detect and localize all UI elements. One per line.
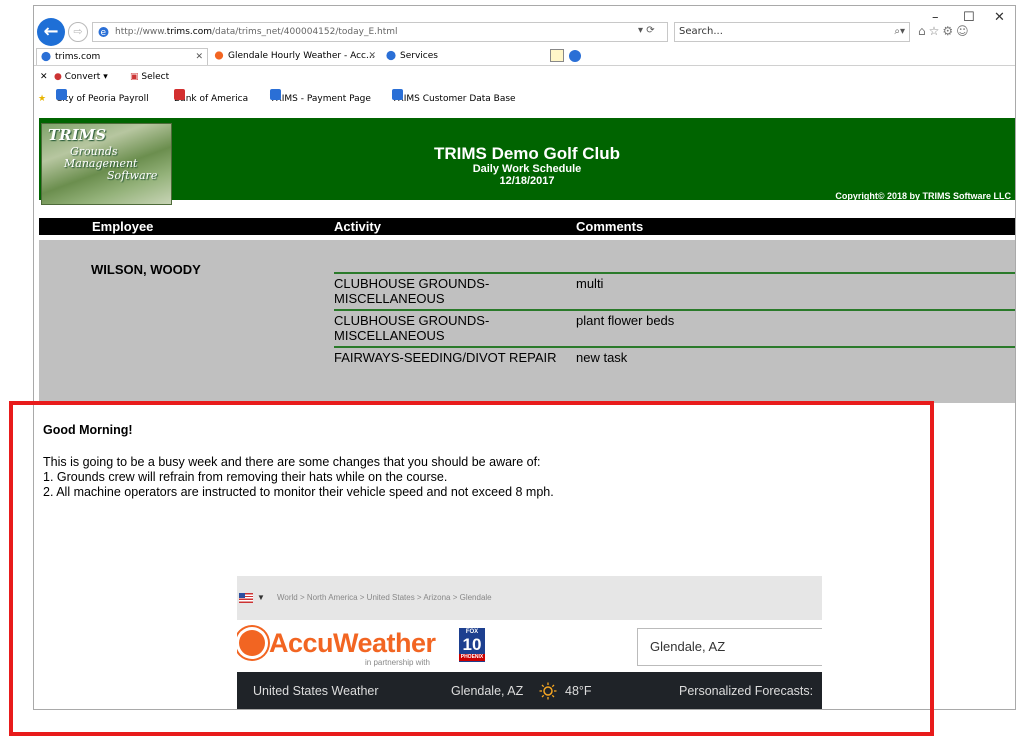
select-button[interactable]: ▣ Select [130, 67, 169, 87]
url-prefix: http://www. [115, 27, 167, 37]
schedule-table: WILSON, WOODY CLUBHOUSE GROUNDS-MISCELLA… [39, 240, 1015, 403]
address-bar-row: ← ⇨ e http://www.trims.com/data/trims_ne… [34, 10, 1015, 46]
fox10-logo[interactable]: FOX 10 PHOENIX [459, 628, 485, 662]
fav-item-peoria[interactable]: City of Peoria Payroll [56, 89, 149, 109]
ie-icon [56, 89, 67, 100]
table-row: FAIRWAYS-SEEDING/DIVOT REPAIR new task [334, 346, 1015, 382]
accuweather-sun-icon [239, 630, 265, 656]
tab-strip: trims.com ✕ Glendale Hourly Weather - Ac… [34, 46, 1015, 66]
activity-cell: CLUBHOUSE GROUNDS-MISCELLANEOUS [334, 276, 490, 306]
search-icon[interactable]: ⌕▾ [894, 23, 905, 41]
weather-breadcrumb: ▼ World > North America > United States … [237, 576, 822, 620]
column-header: Employee Activity Comments [39, 218, 1015, 235]
copyright: Copyright© 2018 by TRIMS Software LLC [835, 191, 1011, 201]
breadcrumb-text[interactable]: World > North America > United States > … [277, 593, 492, 602]
current-temperature: 48°F [565, 684, 592, 698]
chevron-down-icon[interactable]: ▼ [257, 576, 265, 620]
sunny-icon [539, 682, 557, 700]
forward-button[interactable]: ⇨ [68, 22, 88, 42]
ie-icon[interactable] [568, 49, 582, 63]
back-button[interactable]: ← [37, 18, 65, 46]
page-subtitle: Daily Work Schedule [472, 163, 582, 175]
schedule-date: 12/18/2017 [499, 175, 555, 187]
close-icon[interactable]: ✕ [40, 67, 48, 87]
close-tab-icon[interactable]: ✕ [195, 49, 203, 65]
current-location-label[interactable]: Glendale, AZ [451, 684, 523, 698]
url-domain: trims.com [166, 27, 212, 37]
comment-cell: new task [576, 350, 628, 365]
fav-item-trims-payment[interactable]: TRIMS - Payment Page [270, 89, 371, 109]
web-page: TRIMS Grounds Management Software TRIMS … [39, 118, 1015, 709]
tab-trims[interactable]: trims.com ✕ [36, 48, 208, 65]
message-line: 1. Grounds crew will refrain from removi… [43, 470, 448, 484]
accuweather-logo[interactable]: AccuWeather [269, 628, 436, 659]
accuweather-embed: ▼ World > North America > United States … [237, 576, 822, 709]
greeting: Good Morning! [43, 423, 133, 437]
close-tab-icon[interactable]: ✕ [368, 48, 376, 64]
url-path: /data/trims_net/400004152/today_E.html [211, 27, 398, 37]
toolbar-icons[interactable]: ⌂☆⚙☺ [918, 24, 972, 38]
favorites-bar: ★ City of Peoria Payroll Bank of America… [34, 89, 1015, 109]
weather-nav: United States Weather Glendale, AZ 48°F … [237, 672, 822, 709]
trims-header: TRIMS Grounds Management Software TRIMS … [39, 118, 1015, 205]
location-search-input[interactable]: Glendale, AZ [637, 628, 822, 666]
ie-icon [41, 51, 51, 62]
tab-weather[interactable]: Glendale Hourly Weather - Acc... ✕ [210, 48, 380, 65]
trims-logo: TRIMS Grounds Management Software [41, 123, 172, 205]
ie-icon [270, 89, 281, 100]
maximize-button[interactable]: ☐ [963, 10, 975, 25]
table-row: CLUBHOUSE GROUNDS-MISCELLANEOUS multi [334, 272, 1015, 308]
nav-us-weather[interactable]: United States Weather [253, 684, 379, 698]
bank-icon [174, 89, 185, 100]
column-activity: Activity [334, 219, 381, 234]
command-bar: ✕ ● Convert ▾ ▣ Select [34, 67, 1015, 87]
partnership-text: in partnership with [365, 658, 430, 667]
employee-name: WILSON, WOODY [91, 262, 201, 277]
minimize-button[interactable]: – [932, 10, 939, 25]
ie-icon [392, 89, 403, 100]
star-icon[interactable]: ★ [38, 89, 46, 109]
fav-item-trims-customer[interactable]: TRIMS Customer Data Base [392, 89, 516, 109]
tab-label: trims.com [55, 52, 101, 62]
chevron-down-icon: ▾ [103, 72, 108, 82]
ie-icon [386, 50, 396, 61]
select-icon: ▣ [130, 72, 139, 82]
tab-label: Services [400, 51, 438, 61]
table-row: CLUBHOUSE GROUNDS-MISCELLANEOUS plant fl… [334, 309, 1015, 345]
column-comments: Comments [576, 219, 644, 234]
browser-window: ← ⇨ e http://www.trims.com/data/trims_ne… [33, 5, 1016, 710]
message-line: 2. All machine operators are instructed … [43, 485, 554, 499]
convert-button[interactable]: ● Convert ▾ [54, 67, 108, 87]
convert-icon: ● [54, 72, 62, 82]
url-field[interactable]: e http://www.trims.com/data/trims_net/40… [92, 22, 668, 42]
message-line: This is going to be a busy week and ther… [43, 455, 541, 469]
comment-cell: plant flower beds [576, 313, 675, 328]
activity-cell: CLUBHOUSE GROUNDS-MISCELLANEOUS [334, 313, 490, 343]
tab-services[interactable]: Services [382, 48, 502, 65]
tab-label: Glendale Hourly Weather - Acc... [228, 51, 375, 61]
sun-icon [214, 51, 224, 60]
new-tab-icon[interactable] [550, 49, 564, 62]
fav-item-bofa[interactable]: Bank of America [174, 89, 248, 109]
column-employee: Employee [92, 219, 154, 234]
search-input[interactable]: Search... ⌕▾ [674, 22, 910, 42]
accuweather-logo-row: AccuWeather in partnership with FOX 10 P… [237, 620, 822, 672]
search-placeholder: Search... [679, 26, 723, 37]
ie-icon: e [98, 27, 109, 38]
activity-cell: FAIRWAYS-SEEDING/DIVOT REPAIR [334, 350, 557, 365]
svg-text:e: e [101, 28, 107, 38]
refresh-icon[interactable]: ▾ ⟳ [638, 22, 655, 40]
close-window-button[interactable]: ✕ [994, 10, 1005, 25]
us-flag-icon[interactable] [239, 593, 253, 603]
comment-cell: multi [576, 276, 604, 291]
message-block: Good Morning! This is going to be a busy… [43, 423, 554, 500]
page-title: TRIMS Demo Golf Club [433, 144, 621, 163]
nav-personalized-forecasts[interactable]: Personalized Forecasts: [679, 684, 813, 698]
